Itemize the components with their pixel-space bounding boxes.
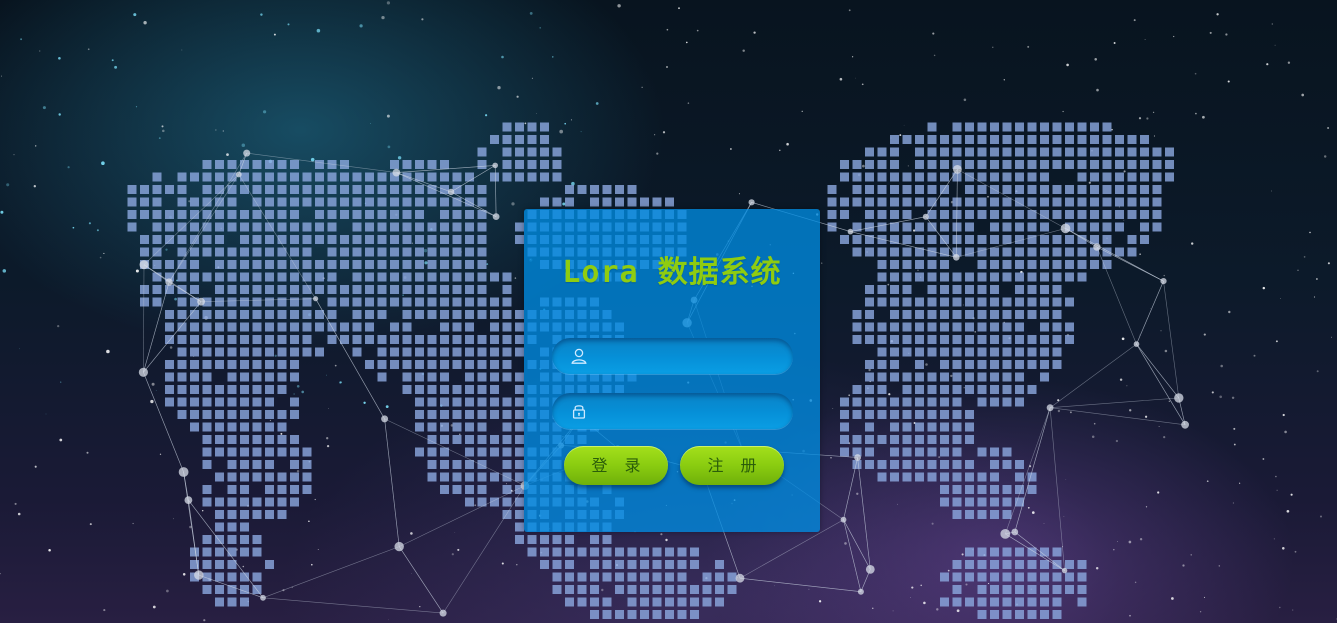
register-button[interactable]: 注 册 bbox=[680, 446, 784, 485]
username-input[interactable] bbox=[598, 344, 782, 370]
user-icon bbox=[571, 348, 587, 364]
login-page: Lora 数据系统 登 录 注 册 bbox=[0, 0, 1337, 623]
page-title: Lora 数据系统 bbox=[562, 255, 782, 290]
login-card: Lora 数据系统 登 录 注 册 bbox=[524, 209, 820, 532]
password-input[interactable] bbox=[598, 399, 782, 425]
password-field[interactable] bbox=[552, 393, 793, 429]
login-button[interactable]: 登 录 bbox=[564, 446, 668, 485]
lock-icon bbox=[572, 405, 586, 419]
username-field[interactable] bbox=[552, 338, 793, 374]
